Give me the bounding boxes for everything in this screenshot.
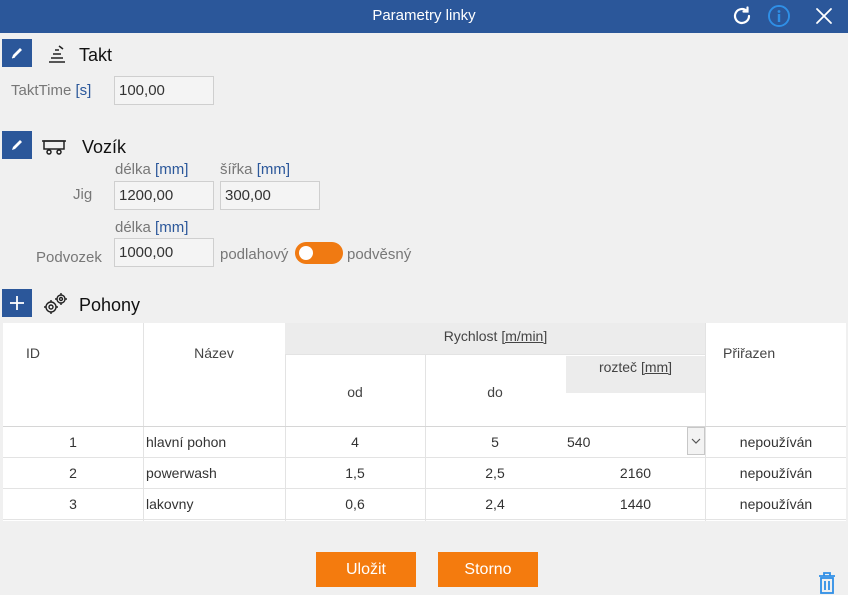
window-title: Parametry linky bbox=[372, 7, 476, 24]
row-3-id: 3 bbox=[69, 496, 77, 512]
row-2-id: 2 bbox=[69, 465, 77, 481]
row-3-from[interactable]: 0,6 bbox=[285, 496, 425, 512]
jig-length-header: délka [mm] bbox=[115, 161, 188, 178]
takt-section-title: Takt bbox=[79, 45, 113, 65]
row-3-assigned: nepoužíván bbox=[739, 496, 813, 512]
toggle-left-label: podlahový bbox=[220, 246, 289, 263]
row-1-from[interactable]: 4 bbox=[285, 434, 425, 450]
grid-line bbox=[3, 519, 846, 520]
col-pitch-header: rozteč [mm] bbox=[566, 359, 705, 375]
info-icon[interactable] bbox=[767, 4, 791, 28]
speed-header-text: Rychlost bbox=[443, 328, 498, 344]
width-header-unit: [mm] bbox=[256, 161, 291, 178]
podvozek-label: Podvozek bbox=[36, 249, 102, 266]
width-header-text: šířka bbox=[220, 161, 253, 178]
row-2-assigned: nepoužíván bbox=[739, 465, 813, 481]
col-to-header: do bbox=[487, 384, 503, 400]
pitch-header-unit: [mm] bbox=[640, 359, 673, 375]
row-2-from[interactable]: 1,5 bbox=[285, 465, 425, 481]
podvozek-length-header-unit: [mm] bbox=[155, 219, 189, 236]
takt-time-label-text: TaktTime bbox=[11, 82, 72, 99]
row-2-name[interactable]: powerwash bbox=[146, 465, 217, 481]
takt-time-label: TaktTime [s] bbox=[11, 82, 91, 99]
row-1-pitch-select[interactable]: 540 bbox=[567, 434, 590, 450]
grid-line bbox=[3, 488, 846, 489]
jig-label: Jig bbox=[73, 186, 93, 203]
grid-line bbox=[143, 323, 144, 521]
grid-line bbox=[285, 354, 706, 355]
podvozek-length-input[interactable] bbox=[114, 238, 214, 267]
row-1-id: 1 bbox=[69, 434, 77, 450]
edit-takt-button[interactable] bbox=[2, 39, 32, 67]
grid-line bbox=[3, 457, 846, 458]
toggle-knob bbox=[299, 246, 313, 260]
col-name-header: Název bbox=[194, 345, 234, 361]
podvozek-length-header-text: délka bbox=[115, 219, 151, 236]
pohony-table: ID Název Rychlost [m/min] od do rozteč [… bbox=[3, 323, 846, 521]
takt-time-input[interactable] bbox=[114, 76, 214, 105]
row-2-to[interactable]: 2,5 bbox=[425, 465, 565, 481]
takt-time-unit: [s] bbox=[75, 82, 92, 99]
save-button[interactable]: Uložit bbox=[316, 552, 416, 587]
cancel-button[interactable]: Storno bbox=[438, 552, 538, 587]
trash-icon[interactable] bbox=[817, 571, 837, 595]
mount-type-toggle[interactable] bbox=[295, 242, 343, 264]
jig-width-input[interactable] bbox=[220, 181, 320, 210]
title-bar: Parametry linky bbox=[0, 0, 848, 33]
length-header-text: délka bbox=[115, 161, 151, 178]
row-3-to[interactable]: 2,4 bbox=[425, 496, 565, 512]
row-3-name[interactable]: lakovny bbox=[146, 496, 193, 512]
speed-header-unit: [m/min] bbox=[501, 328, 548, 344]
row-2-pitch[interactable]: 2160 bbox=[566, 465, 705, 481]
grid-line bbox=[3, 426, 846, 427]
col-from-header: od bbox=[347, 384, 363, 400]
pohony-section-title: Pohony bbox=[79, 295, 141, 315]
col-id-header: ID bbox=[26, 345, 40, 361]
cart-icon bbox=[41, 134, 67, 158]
refresh-icon[interactable] bbox=[730, 4, 754, 28]
podvozek-length-header: délka [mm] bbox=[115, 219, 188, 236]
vozik-section-title: Vozík bbox=[82, 137, 127, 157]
pitch-header-text: rozteč bbox=[598, 359, 638, 375]
col-assigned-header: Přiřazen bbox=[723, 345, 776, 361]
close-icon[interactable] bbox=[812, 4, 836, 28]
edit-vozik-button[interactable] bbox=[2, 131, 32, 159]
jig-width-header: šířka [mm] bbox=[220, 161, 290, 178]
gears-icon bbox=[42, 291, 68, 317]
row-3-pitch[interactable]: 1440 bbox=[566, 496, 705, 512]
grid-line bbox=[705, 323, 706, 521]
takt-list-icon bbox=[45, 42, 69, 66]
row-1-assigned: nepoužíván bbox=[739, 434, 813, 450]
row-1-name[interactable]: hlavní pohon bbox=[146, 434, 226, 450]
toggle-right-label: podvěsný bbox=[347, 246, 412, 263]
col-speed-header: Rychlost [m/min] bbox=[285, 328, 706, 344]
length-header-unit: [mm] bbox=[155, 161, 189, 178]
chevron-down-icon[interactable] bbox=[687, 427, 705, 455]
jig-length-input[interactable] bbox=[114, 181, 214, 210]
row-1-to[interactable]: 5 bbox=[425, 434, 565, 450]
add-pohon-button[interactable] bbox=[2, 289, 32, 317]
